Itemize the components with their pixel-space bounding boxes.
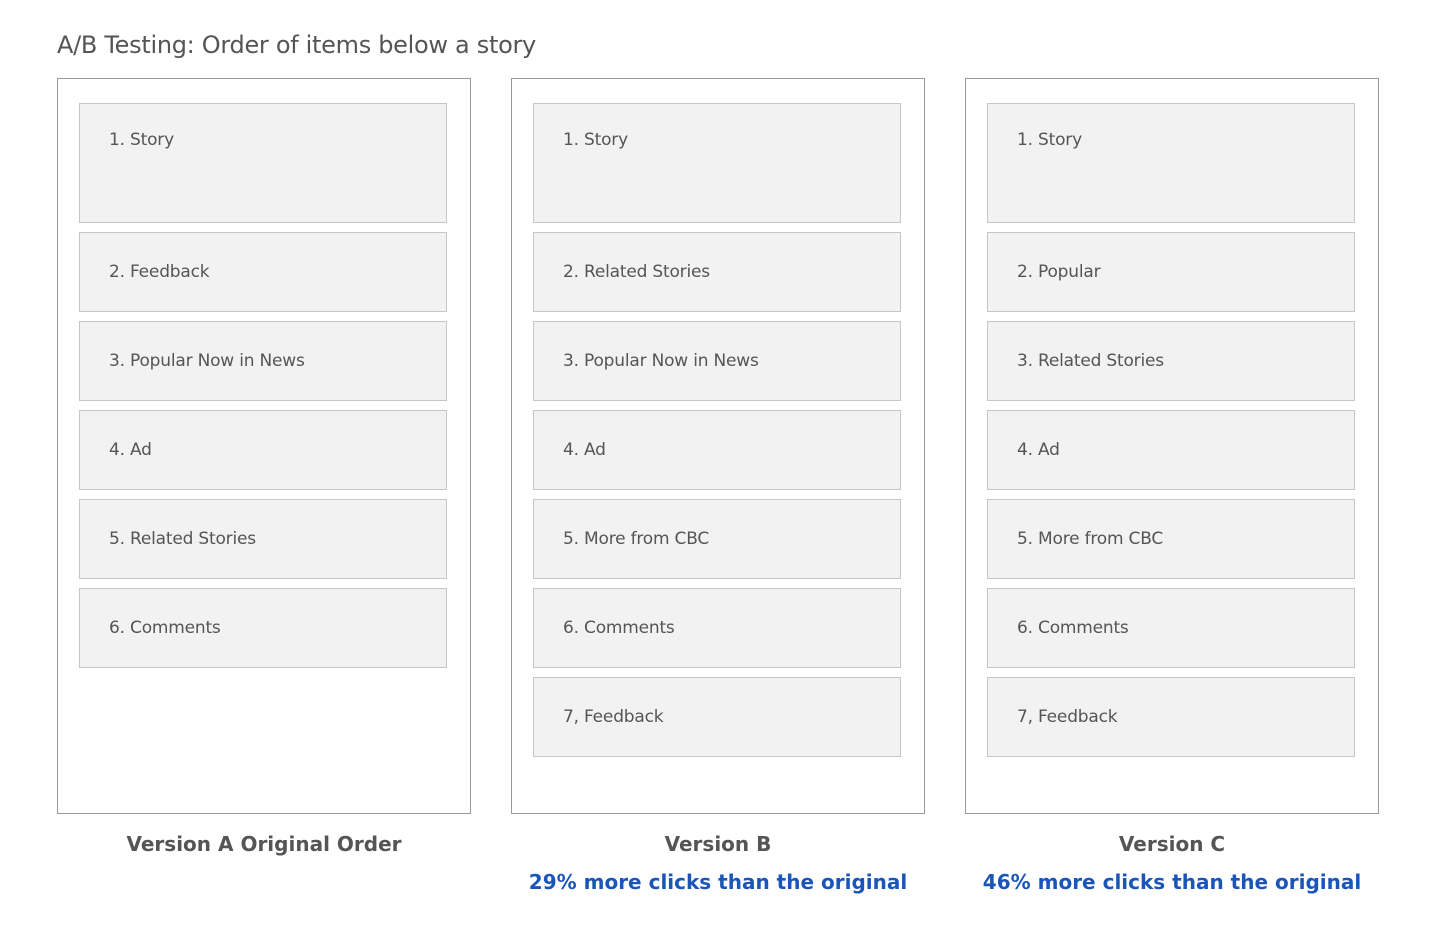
version-b-item-3: 3. Popular Now in News xyxy=(533,321,901,401)
version-a-item-3: 3. Popular Now in News xyxy=(79,321,447,401)
version-c-result: 46% more clicks than the original xyxy=(982,870,1362,894)
version-b-page-frame: 1. Story 2. Related Stories 3. Popular N… xyxy=(511,78,925,814)
version-a-item-5: 5. Related Stories xyxy=(79,499,447,579)
version-c-item-2: 2. Popular xyxy=(987,232,1355,312)
version-b-item-6: 6. Comments xyxy=(533,588,901,668)
version-b-result: 29% more clicks than the original xyxy=(528,870,908,894)
version-c-item-3: 3. Related Stories xyxy=(987,321,1355,401)
version-b-item-story: 1. Story xyxy=(533,103,901,223)
version-a-item-4: 4. Ad xyxy=(79,410,447,490)
version-b-item-7: 7, Feedback xyxy=(533,677,901,757)
version-b-item-4: 4. Ad xyxy=(533,410,901,490)
version-b-item-5: 5. More from CBC xyxy=(533,499,901,579)
ab-testing-diagram: A/B Testing: Order of items below a stor… xyxy=(0,0,1440,940)
page-title: A/B Testing: Order of items below a stor… xyxy=(57,31,536,59)
version-c-item-7: 7, Feedback xyxy=(987,677,1355,757)
version-a-item-2: 2. Feedback xyxy=(79,232,447,312)
version-c-item-5: 5. More from CBC xyxy=(987,499,1355,579)
version-c-item-6: 6. Comments xyxy=(987,588,1355,668)
version-c-column: 1. Story 2. Popular 3. Related Stories 4… xyxy=(965,78,1379,894)
version-b-column: 1. Story 2. Related Stories 3. Popular N… xyxy=(511,78,925,894)
version-a-item-story: 1. Story xyxy=(79,103,447,223)
version-c-item-story: 1. Story xyxy=(987,103,1355,223)
version-b-item-2: 2. Related Stories xyxy=(533,232,901,312)
version-a-column: 1. Story 2. Feedback 3. Popular Now in N… xyxy=(57,78,471,856)
version-c-page-frame: 1. Story 2. Popular 3. Related Stories 4… xyxy=(965,78,1379,814)
version-c-item-4: 4. Ad xyxy=(987,410,1355,490)
version-c-caption: Version C xyxy=(1118,832,1226,856)
version-a-caption: Version A Original Order xyxy=(126,832,402,856)
version-a-item-6: 6. Comments xyxy=(79,588,447,668)
version-a-page-frame: 1. Story 2. Feedback 3. Popular Now in N… xyxy=(57,78,471,814)
version-b-caption: Version B xyxy=(664,832,772,856)
